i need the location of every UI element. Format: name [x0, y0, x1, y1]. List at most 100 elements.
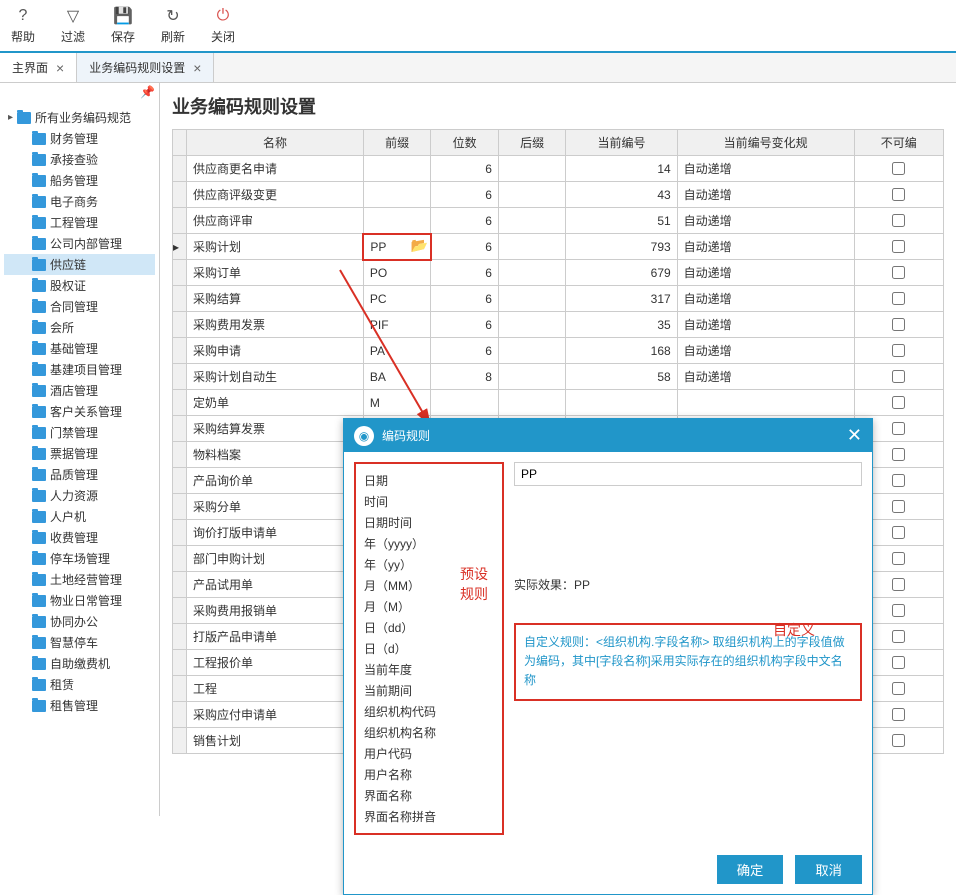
tab-coding-rules[interactable]: 业务编码规则设置× — [77, 53, 214, 82]
cell-suffix[interactable] — [498, 364, 566, 390]
sidebar-item-12[interactable]: 酒店管理 — [4, 380, 155, 401]
save-button[interactable]: 💾保存 — [108, 6, 138, 45]
locked-checkbox[interactable] — [892, 630, 905, 643]
rule-option[interactable]: 年（yyyy） — [364, 533, 494, 554]
table-row[interactable]: 供应商更名申请 6 14 自动递增 — [173, 156, 944, 182]
cell-name[interactable]: 供应商更名申请 — [187, 156, 364, 182]
rule-option[interactable]: 日期时间 — [364, 512, 494, 533]
cell-name[interactable]: 产品试用单 — [187, 572, 364, 598]
locked-checkbox[interactable] — [892, 708, 905, 721]
table-row[interactable]: 采购订单 PO 6 679 自动递增 — [173, 260, 944, 286]
locked-checkbox[interactable] — [892, 682, 905, 695]
cell-locked[interactable] — [854, 390, 943, 416]
table-row[interactable]: 定奶单 M — [173, 390, 944, 416]
sidebar-item-23[interactable]: 协同办公 — [4, 611, 155, 632]
cell-current[interactable] — [566, 390, 677, 416]
cell-rule[interactable]: 自动递增 — [677, 312, 854, 338]
open-rule-icon[interactable]: 📂 — [410, 237, 427, 254]
cell-name[interactable]: 定奶单 — [187, 390, 364, 416]
sidebar-item-5[interactable]: 公司内部管理 — [4, 233, 155, 254]
cell-current[interactable]: 14 — [566, 156, 677, 182]
rule-option[interactable]: 用户代码 — [364, 743, 494, 764]
table-row[interactable]: ▸ 采购计划 PP📂 6 793 自动递增 — [173, 234, 944, 260]
cell-suffix[interactable] — [498, 260, 566, 286]
locked-checkbox[interactable] — [892, 162, 905, 175]
cell-suffix[interactable] — [498, 390, 566, 416]
tab-main[interactable]: 主界面× — [0, 53, 77, 82]
cell-current[interactable]: 51 — [566, 208, 677, 234]
cell-name[interactable]: 供应商评级变更 — [187, 182, 364, 208]
cell-suffix[interactable] — [498, 312, 566, 338]
cell-current[interactable]: 317 — [566, 286, 677, 312]
locked-checkbox[interactable] — [892, 396, 905, 409]
cell-locked[interactable] — [854, 234, 943, 260]
cell-name[interactable]: 采购计划 — [187, 234, 364, 260]
rule-option[interactable]: 界面名称 — [364, 785, 494, 806]
cell-prefix[interactable]: PIF — [363, 312, 431, 338]
pin-icon[interactable]: 📌 — [140, 85, 155, 99]
sidebar-item-16[interactable]: 品质管理 — [4, 464, 155, 485]
rule-option[interactable]: 组织机构代码 — [364, 701, 494, 722]
sidebar-item-26[interactable]: 租赁 — [4, 674, 155, 695]
cell-suffix[interactable] — [498, 286, 566, 312]
sidebar-item-27[interactable]: 租售管理 — [4, 695, 155, 716]
cell-rule[interactable]: 自动递增 — [677, 234, 854, 260]
cell-current[interactable]: 679 — [566, 260, 677, 286]
cell-rule[interactable] — [677, 390, 854, 416]
cell-name[interactable]: 工程报价单 — [187, 650, 364, 676]
sidebar-item-21[interactable]: 土地经营管理 — [4, 569, 155, 590]
locked-checkbox[interactable] — [892, 344, 905, 357]
cell-name[interactable]: 采购申请 — [187, 338, 364, 364]
sidebar-item-11[interactable]: 基建项目管理 — [4, 359, 155, 380]
column-header[interactable]: 当前编号 — [566, 130, 677, 156]
sidebar-item-9[interactable]: 会所 — [4, 317, 155, 338]
locked-checkbox[interactable] — [892, 318, 905, 331]
column-header[interactable]: 当前编号变化规 — [677, 130, 854, 156]
cell-rule[interactable]: 自动递增 — [677, 286, 854, 312]
rule-option[interactable]: 组织机构名称 — [364, 722, 494, 743]
cell-digits[interactable]: 6 — [431, 234, 499, 260]
cell-prefix[interactable]: PO — [363, 260, 431, 286]
cancel-button[interactable]: 取消 — [795, 855, 862, 884]
cell-name[interactable]: 销售计划 — [187, 728, 364, 754]
cell-name[interactable]: 工程 — [187, 676, 364, 702]
locked-checkbox[interactable] — [892, 656, 905, 669]
cell-name[interactable]: 采购费用报销单 — [187, 598, 364, 624]
cell-digits[interactable]: 6 — [431, 208, 499, 234]
cell-name[interactable]: 物料档案 — [187, 442, 364, 468]
cell-rule[interactable]: 自动递增 — [677, 156, 854, 182]
sidebar-item-19[interactable]: 收费管理 — [4, 527, 155, 548]
cell-name[interactable]: 采购应付申请单 — [187, 702, 364, 728]
tab-main-close[interactable]: × — [56, 60, 64, 76]
cell-rule[interactable]: 自动递增 — [677, 182, 854, 208]
sidebar-item-0[interactable]: 财务管理 — [4, 128, 155, 149]
cell-current[interactable]: 43 — [566, 182, 677, 208]
cell-suffix[interactable] — [498, 338, 566, 364]
tree-root[interactable]: ▸ 所有业务编码规范 — [4, 107, 155, 128]
sidebar-item-10[interactable]: 基础管理 — [4, 338, 155, 359]
cell-current[interactable]: 793 — [566, 234, 677, 260]
table-row[interactable]: 采购申请 PA 6 168 自动递增 — [173, 338, 944, 364]
cell-locked[interactable] — [854, 260, 943, 286]
locked-checkbox[interactable] — [892, 370, 905, 383]
locked-checkbox[interactable] — [892, 604, 905, 617]
cell-rule[interactable]: 自动递增 — [677, 260, 854, 286]
locked-checkbox[interactable] — [892, 474, 905, 487]
cell-digits[interactable]: 6 — [431, 286, 499, 312]
sidebar-item-24[interactable]: 智慧停车 — [4, 632, 155, 653]
filter-button[interactable]: ▽过滤 — [58, 6, 88, 45]
prefix-input[interactable] — [514, 462, 862, 486]
sidebar-item-22[interactable]: 物业日常管理 — [4, 590, 155, 611]
table-row[interactable]: 采购费用发票 PIF 6 35 自动递增 — [173, 312, 944, 338]
cell-name[interactable]: 采购结算发票 — [187, 416, 364, 442]
rule-option[interactable]: 日（dd） — [364, 617, 494, 638]
rule-option[interactable]: 当前期间 — [364, 680, 494, 701]
cell-prefix[interactable]: M — [363, 390, 431, 416]
locked-checkbox[interactable] — [892, 448, 905, 461]
ok-button[interactable]: 确定 — [717, 855, 784, 884]
cell-prefix[interactable]: PP📂 — [363, 234, 431, 260]
cell-locked[interactable] — [854, 208, 943, 234]
cell-current[interactable]: 35 — [566, 312, 677, 338]
table-row[interactable]: 采购结算 PC 6 317 自动递增 — [173, 286, 944, 312]
sidebar-item-14[interactable]: 门禁管理 — [4, 422, 155, 443]
